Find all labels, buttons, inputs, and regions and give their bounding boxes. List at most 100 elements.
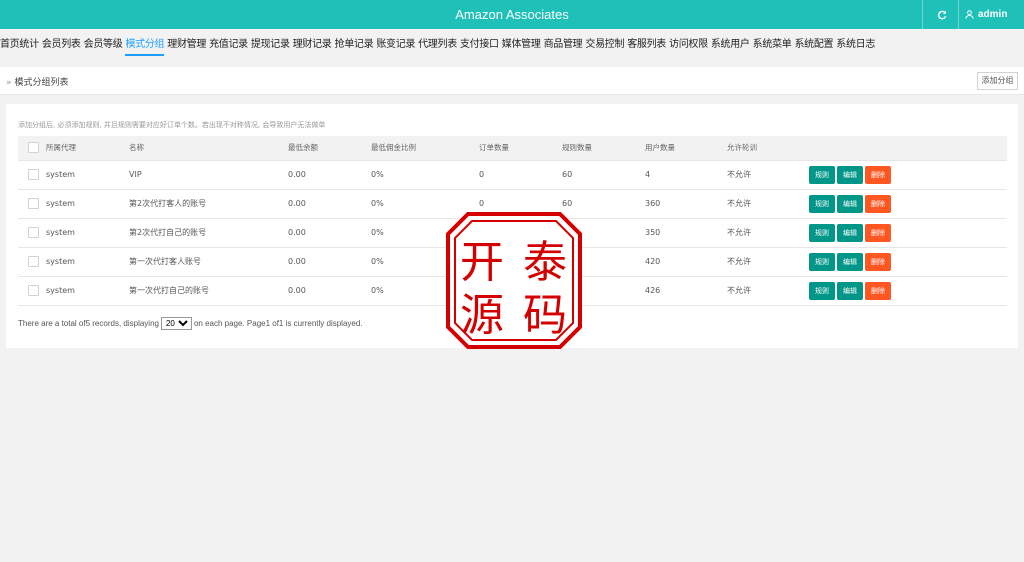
user-name: admin [978, 9, 1008, 20]
page-size-select[interactable]: 20 [160, 317, 192, 330]
row-checkbox[interactable] [28, 198, 39, 209]
select-all-checkbox[interactable] [28, 142, 39, 154]
rule-button[interactable]: 规则 [809, 194, 835, 213]
nav-item[interactable]: 系统菜单 [753, 36, 792, 54]
row-checkbox[interactable] [28, 227, 39, 238]
app-title: Amazon Associates [455, 7, 569, 22]
delete-button[interactable]: 删除 [865, 194, 891, 213]
row-select-cell [18, 159, 46, 190]
column-header: 名称 [129, 136, 288, 160]
row-checkbox[interactable] [28, 169, 39, 180]
row-checkbox[interactable] [28, 256, 39, 267]
delete-button[interactable]: 删除 [865, 281, 891, 300]
seal-char: 源 [460, 290, 504, 341]
nav-item[interactable]: 抢单记录 [335, 36, 374, 54]
seal-char: 码 [523, 290, 567, 341]
nav-item[interactable]: 理财记录 [293, 36, 332, 54]
table-cell-min-commission: 0% [371, 159, 479, 190]
divider [922, 0, 923, 29]
row-select-cell [18, 217, 46, 248]
edit-button[interactable]: 编辑 [837, 223, 863, 242]
delete-button[interactable]: 删除 [865, 223, 891, 242]
column-header: 允许轮训 [727, 136, 809, 160]
table-cell-min-balance: 0.00 [288, 246, 371, 277]
row-select-cell [18, 188, 46, 219]
refresh-icon [937, 10, 947, 19]
table-cell-name: 第2次代打自己的账号 [129, 217, 288, 248]
row-checkbox[interactable] [28, 285, 39, 296]
nav-item[interactable]: 提现记录 [251, 36, 290, 54]
nav-item[interactable]: 访问权限 [669, 36, 708, 54]
row-select-cell [18, 275, 46, 306]
table-cell-rotation: 不允许 [727, 246, 809, 277]
breadcrumb-label: 模式分组列表 [14, 78, 69, 88]
breadcrumb-separator: » [6, 78, 12, 88]
row-actions: 规则 编辑 删除 [809, 159, 1007, 190]
rule-button[interactable]: 规则 [809, 165, 835, 184]
row-actions: 规则 编辑 删除 [809, 188, 1007, 219]
nav-item[interactable]: 账变记录 [376, 36, 415, 54]
nav-item[interactable]: 会员等级 [84, 36, 123, 54]
column-header: 最低余额 [288, 136, 371, 160]
row-actions: 规则 编辑 删除 [809, 246, 1007, 277]
column-header: 规则数量 [562, 136, 645, 160]
refresh-button[interactable] [927, 0, 957, 29]
pager-suffix: on each page. Page1 of1 is currently dis… [193, 319, 363, 328]
table-cell-rotation: 不允许 [727, 217, 809, 248]
nav-item[interactable]: 商品管理 [544, 36, 583, 54]
table-cell-users: 360 [645, 188, 727, 219]
column-header: 所属代理 [46, 136, 129, 160]
pagination: There are a total of5 records, displayin… [18, 317, 363, 330]
table-row: system VIP 0.00 0% 0 60 4 不允许 规则 编辑 删除 [18, 159, 1007, 190]
nav-item[interactable]: 代理列表 [418, 36, 457, 54]
row-actions: 规则 编辑 删除 [809, 217, 1007, 248]
rule-button[interactable]: 规则 [809, 223, 835, 242]
table-cell-agent: system [46, 246, 129, 277]
page-title: » 模式分组列表 [6, 75, 69, 88]
rule-button[interactable]: 规则 [809, 281, 835, 300]
nav-item[interactable]: 媒体管理 [502, 36, 541, 54]
table-cell-agent: system [46, 188, 129, 219]
nav-item[interactable]: 系统用户 [711, 36, 750, 54]
add-group-button[interactable]: 添加分组 [977, 72, 1018, 90]
table-cell-agent: system [46, 275, 129, 306]
nav-item[interactable]: 系统配置 [794, 36, 833, 54]
table-cell-name: 第一次代打自己的账号 [129, 275, 288, 306]
top-bar: Amazon Associates admin [0, 0, 1024, 29]
edit-button[interactable]: 编辑 [837, 194, 863, 213]
table-cell-users: 420 [645, 246, 727, 277]
nav-item[interactable]: 首页统计 [0, 36, 39, 54]
table-cell-users: 350 [645, 217, 727, 248]
delete-button[interactable]: 删除 [865, 165, 891, 184]
edit-button[interactable]: 编辑 [837, 165, 863, 184]
nav-item[interactable]: 支付接口 [460, 36, 499, 54]
nav-item[interactable]: 会员列表 [42, 36, 81, 54]
breadcrumb: » 模式分组列表 添加分组 [0, 67, 1024, 95]
nav-item[interactable]: 系统日志 [836, 36, 875, 54]
rule-button[interactable]: 规则 [809, 252, 835, 271]
delete-button[interactable]: 删除 [865, 252, 891, 271]
nav-item[interactable]: 模式分组 [125, 36, 165, 56]
table-cell-rotation: 不允许 [727, 275, 809, 306]
nav-item[interactable]: 交易控制 [585, 36, 624, 54]
table-cell-min-balance: 0.00 [288, 275, 371, 306]
table-cell-name: 第2次代打客人的账号 [129, 188, 288, 219]
main-nav: 首页统计 会员列表 会员等级 模式分组 理财管理 充值记录 提现记录 理财记录 抢单记录 账变记录… [0, 36, 1024, 56]
nav-item[interactable]: 客服列表 [627, 36, 666, 54]
nav-item[interactable]: 理财管理 [167, 36, 206, 54]
seal-char: 开 [460, 237, 504, 288]
table-cell-users: 4 [645, 159, 727, 190]
table-cell-name: VIP [129, 159, 288, 190]
nav-item[interactable]: 充值记录 [209, 36, 248, 54]
column-header: 最低佣金比例 [371, 136, 479, 160]
edit-button[interactable]: 编辑 [837, 252, 863, 271]
table-cell-min-balance: 0.00 [288, 217, 371, 248]
table-header: 所属代理 名称 最低余额 最低佣金比例 订单数量 规则数量 用户数量 允许轮训 [18, 136, 1007, 160]
table-cell-rotation: 不允许 [727, 188, 809, 219]
column-header: 订单数量 [479, 136, 562, 160]
table-cell-min-balance: 0.00 [288, 188, 371, 219]
edit-button[interactable]: 编辑 [837, 281, 863, 300]
select-all-cell [18, 136, 46, 160]
user-menu[interactable]: admin [965, 0, 1007, 29]
seal-char: 泰 [523, 237, 567, 288]
